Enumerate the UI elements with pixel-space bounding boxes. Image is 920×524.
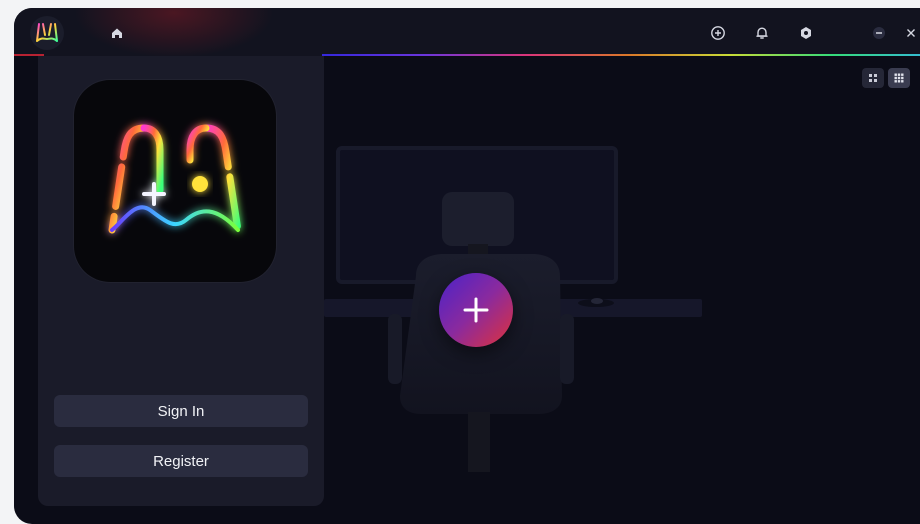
title-bar (14, 8, 920, 58)
desk-scene-illustration (324, 146, 702, 472)
sign-in-button[interactable]: Sign In (54, 395, 308, 427)
gear-icon[interactable] (795, 22, 817, 44)
register-button[interactable]: Register (54, 445, 308, 477)
close-icon[interactable] (900, 22, 920, 44)
grid-small-icon[interactable] (862, 68, 884, 88)
register-label: Register (153, 452, 209, 470)
add-button[interactable] (439, 273, 513, 347)
plus-icon (463, 297, 489, 323)
app-logo-icon[interactable] (30, 16, 64, 50)
sign-in-label: Sign In (157, 402, 205, 420)
grid-large-icon[interactable] (888, 68, 910, 88)
sidebar-panel: Sign In Register (38, 56, 324, 506)
title-glow (74, 8, 274, 58)
bell-icon[interactable] (751, 22, 773, 44)
minimize-icon[interactable] (868, 22, 890, 44)
plus-circle-icon[interactable] (707, 22, 729, 44)
home-icon[interactable] (106, 22, 128, 44)
gamepad-neon-logo-icon (74, 80, 276, 282)
app-window: Sign In Register (14, 8, 920, 524)
